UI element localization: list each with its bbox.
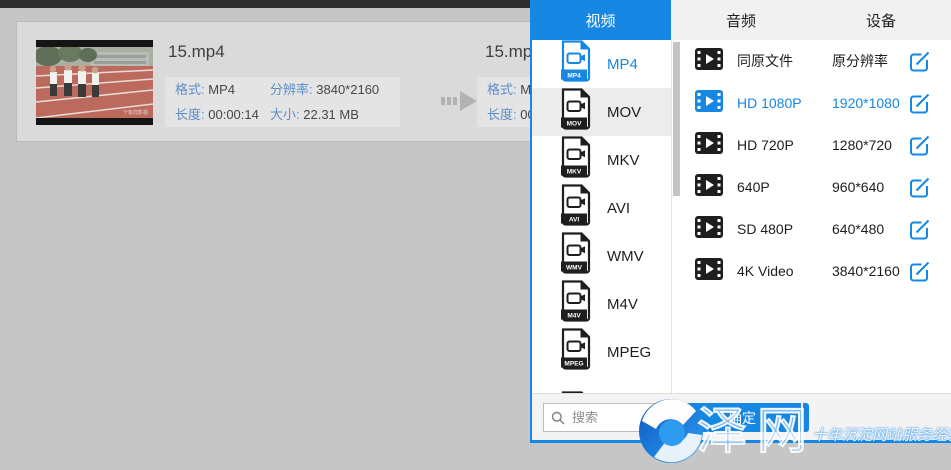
svg-text:MKV: MKV: [567, 168, 582, 175]
film-icon: [695, 48, 723, 75]
preset-resolution: 1280*720: [832, 137, 892, 153]
format-label: MKV: [607, 152, 640, 169]
film-icon: [695, 90, 723, 117]
resolution-label: 分辨率:: [270, 82, 313, 97]
tab-audio-label: 音频: [726, 10, 756, 31]
format-label: WMV: [607, 248, 644, 265]
preset-resolution: 960*640: [832, 179, 884, 195]
film-icon: [695, 216, 723, 243]
svg-text:WMV: WMV: [566, 264, 583, 271]
preset-item-original[interactable]: 同原文件 原分辨率: [680, 40, 951, 82]
preset-list: 同原文件 原分辨率 HD 1080P 1920*1080: [680, 40, 951, 393]
format-label: AVI: [607, 200, 630, 217]
tab-device-label: 设备: [866, 10, 896, 31]
preset-item-640p[interactable]: 640P 960*640: [680, 166, 951, 208]
format-item-mov[interactable]: MOV MOV: [532, 88, 671, 136]
tab-device[interactable]: 设备: [811, 0, 951, 40]
preset-name: SD 480P: [737, 221, 793, 237]
preset-item-hd1080p[interactable]: HD 1080P 1920*1080: [680, 82, 951, 124]
svg-text:MP4: MP4: [567, 72, 581, 79]
format-item-m4v[interactable]: M4V M4V: [532, 280, 671, 328]
edit-icon[interactable]: [908, 92, 931, 120]
preset-resolution: 640*480: [832, 221, 884, 237]
preset-name: HD 720P: [737, 137, 794, 153]
wmv-file-icon: WMV: [558, 232, 594, 280]
edit-icon[interactable]: [908, 50, 931, 78]
avi-file-icon: AVI: [558, 184, 594, 232]
format-label: MPEG: [607, 344, 651, 361]
svg-text:M4V: M4V: [567, 312, 581, 319]
format-item-wmv[interactable]: WMV WMV: [532, 232, 671, 280]
mkv-file-icon: MKV: [558, 136, 594, 184]
svg-text:AVI: AVI: [569, 216, 580, 223]
format-value: MP4: [208, 82, 235, 97]
svg-text:个有样影视: 个有样影视: [123, 109, 148, 116]
preset-item-hd720p[interactable]: HD 720P 1280*720: [680, 124, 951, 166]
format-label: 格式:: [487, 82, 517, 97]
preset-resolution: 原分辨率: [832, 51, 888, 71]
film-icon: [695, 174, 723, 201]
search-icon: [551, 411, 565, 425]
output-format-panel: 视频 音频 设备 MP4 MP4: [530, 0, 951, 443]
svg-text:MPEG: MPEG: [564, 360, 583, 367]
panel-tabbar: 视频 音频 设备: [532, 0, 951, 41]
edit-icon[interactable]: [908, 260, 931, 288]
m4v-file-icon: M4V: [558, 280, 594, 328]
format-label: 格式:: [175, 82, 205, 97]
panel-footer: 确定: [532, 393, 951, 440]
mpeg-file-icon: MPEG: [558, 328, 594, 376]
preset-name: 4K Video: [737, 263, 794, 279]
format-search-box[interactable]: [543, 403, 670, 432]
source-file-info: 格式: MP4 分辨率: 3840*2160 长度: 00:00:14 大小: …: [165, 77, 400, 127]
preset-item-4k[interactable]: 4K Video 3840*2160: [680, 250, 951, 292]
size-label: 大小:: [270, 107, 300, 122]
preset-item-sd480p[interactable]: SD 480P 640*480: [680, 208, 951, 250]
edit-icon[interactable]: [908, 218, 931, 246]
convert-arrow-icon: [441, 90, 481, 117]
duration-value: 00:00:14: [208, 107, 259, 122]
format-item-mkv[interactable]: MKV MKV: [532, 136, 671, 184]
confirm-button[interactable]: 确定: [675, 403, 809, 432]
search-input[interactable]: [570, 409, 664, 426]
format-label: M4V: [607, 296, 638, 313]
size-value: 22.31 MB: [303, 107, 359, 122]
edit-icon[interactable]: [908, 176, 931, 204]
duration-label: 长度:: [175, 107, 205, 122]
preset-name: 640P: [737, 179, 770, 195]
mp4-file-icon: MP4: [558, 40, 594, 88]
format-label: MOV: [607, 104, 641, 121]
format-item-mp4[interactable]: MP4 MP4: [532, 40, 671, 88]
format-item-mpeg[interactable]: MPEG MPEG: [532, 328, 671, 376]
source-file-title: 15.mp4: [168, 42, 225, 62]
duration-label: 长度:: [487, 107, 517, 122]
preset-name: HD 1080P: [737, 95, 802, 111]
format-item-avi[interactable]: AVI AVI: [532, 184, 671, 232]
format-list: MP4 MP4 MOV MOV: [532, 40, 671, 393]
video-thumbnail: 个有样影视: [36, 40, 153, 125]
tab-video[interactable]: 视频: [530, 0, 671, 40]
edit-icon[interactable]: [908, 134, 931, 162]
preset-name: 同原文件: [737, 51, 793, 71]
resolution-value: 3840*2160: [316, 82, 379, 97]
svg-text:MOV: MOV: [567, 120, 582, 127]
preset-resolution: 1920*1080: [832, 95, 900, 111]
mov-file-icon: MOV: [558, 88, 594, 136]
film-icon: [695, 132, 723, 159]
tab-video-label: 视频: [585, 10, 615, 31]
film-icon: [695, 258, 723, 285]
preset-resolution: 3840*2160: [832, 263, 900, 279]
format-label: MP4: [607, 56, 638, 73]
tab-audio[interactable]: 音频: [671, 0, 811, 40]
